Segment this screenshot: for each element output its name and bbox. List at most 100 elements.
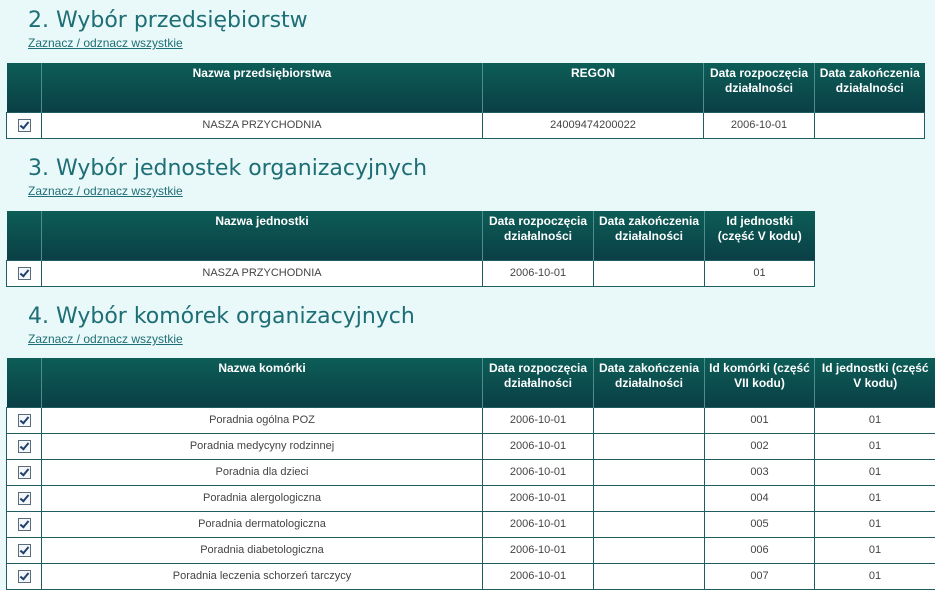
cell-unit-id: 01 xyxy=(815,407,935,433)
cell-end-date xyxy=(594,563,705,589)
header-unit-id: Id jednostki (część V kodu) xyxy=(705,211,815,260)
select-cell xyxy=(7,563,42,589)
cell-cell-id: 001 xyxy=(705,407,815,433)
cell-end-date xyxy=(594,407,705,433)
header-unit-id: Id jednostki (część V kodu) xyxy=(815,358,935,407)
cell-name: Poradnia leczenia schorzeń tarczycy xyxy=(42,563,483,589)
row-checkbox[interactable] xyxy=(18,544,31,557)
row-checkbox[interactable] xyxy=(18,518,31,531)
row-checkbox[interactable] xyxy=(18,466,31,479)
table-row: NASZA PRZYCHODNIA 2006-10-01 01 xyxy=(7,260,815,286)
cell-name: Poradnia medycyny rodzinnej xyxy=(42,433,483,459)
cell-start-date: 2006-10-01 xyxy=(704,112,815,138)
select-cell xyxy=(7,459,42,485)
cell-name: Poradnia ogólna POZ xyxy=(42,407,483,433)
cell-end-date xyxy=(594,485,705,511)
select-cell xyxy=(7,485,42,511)
header-select xyxy=(7,211,42,260)
row-checkbox[interactable] xyxy=(18,414,31,427)
header-select xyxy=(7,63,42,112)
table-header-row: Nazwa przedsiębiorstwa REGON Data rozpoc… xyxy=(7,63,925,112)
table-header-row: Nazwa jednostki Data rozpoczęcia działal… xyxy=(7,211,815,260)
cell-start-date: 2006-10-01 xyxy=(483,511,594,537)
cell-start-date: 2006-10-01 xyxy=(483,537,594,563)
cell-end-date xyxy=(594,260,705,286)
cells-table: Nazwa komórki Data rozpoczęcia działalno… xyxy=(6,358,935,590)
row-checkbox[interactable] xyxy=(18,119,31,132)
section-title: 2. Wybór przedsiębiorstw xyxy=(6,8,308,34)
table-row: Poradnia medycyny rodzinnej2006-10-01 002… xyxy=(7,433,935,459)
cell-name: Poradnia diabetologiczna xyxy=(42,537,483,563)
select-cell xyxy=(7,407,42,433)
header-start-date: Data rozpoczęcia działalności xyxy=(704,63,815,112)
section-enterprises: 2. Wybór przedsiębiorstw Zaznacz / odzna… xyxy=(6,8,308,50)
cell-name: NASZA PRZYCHODNIA xyxy=(42,112,483,138)
header-name: Nazwa jednostki xyxy=(42,211,483,260)
cell-regon: 24009474200022 xyxy=(483,112,704,138)
cell-name: Poradnia dermatologiczna xyxy=(42,511,483,537)
row-checkbox[interactable] xyxy=(18,492,31,505)
table-row: Poradnia diabetologiczna2006-10-01 00601 xyxy=(7,537,935,563)
cell-unit-id: 01 xyxy=(705,260,815,286)
cell-cell-id: 004 xyxy=(705,485,815,511)
cell-start-date: 2006-10-01 xyxy=(483,563,594,589)
section-title: 3. Wybór jednostek organizacyjnych xyxy=(6,156,427,182)
header-end-date: Data zakończenia działalności xyxy=(594,358,705,407)
section-cells: 4. Wybór komórek organizacyjnych Zaznacz… xyxy=(6,304,415,346)
enterprises-table: Nazwa przedsiębiorstwa REGON Data rozpoc… xyxy=(6,63,925,139)
toggle-all-link[interactable]: Zaznacz / odznacz wszystkie xyxy=(28,36,308,50)
header-name: Nazwa komórki xyxy=(42,358,483,407)
cell-end-date xyxy=(594,433,705,459)
table-row: Poradnia leczenia schorzeń tarczycy2006-… xyxy=(7,563,935,589)
cell-end-date xyxy=(594,511,705,537)
select-cell xyxy=(7,511,42,537)
header-start-date: Data rozpoczęcia działalności xyxy=(483,358,594,407)
cell-name: Poradnia alergologiczna xyxy=(42,485,483,511)
cell-unit-id: 01 xyxy=(815,433,935,459)
section-title: 4. Wybór komórek organizacyjnych xyxy=(6,304,415,330)
select-cell xyxy=(7,537,42,563)
cell-unit-id: 01 xyxy=(815,511,935,537)
row-checkbox[interactable] xyxy=(18,570,31,583)
toggle-all-link[interactable]: Zaznacz / odznacz wszystkie xyxy=(28,332,415,346)
table-row: Poradnia alergologiczna2006-10-01 00401 xyxy=(7,485,935,511)
row-checkbox[interactable] xyxy=(18,267,31,280)
header-select xyxy=(7,358,42,407)
cell-end-date xyxy=(594,459,705,485)
header-regon: REGON xyxy=(483,63,704,112)
header-name: Nazwa przedsiębiorstwa xyxy=(42,63,483,112)
cell-cell-id: 007 xyxy=(705,563,815,589)
cell-end-date xyxy=(815,112,925,138)
cell-unit-id: 01 xyxy=(815,459,935,485)
table-header-row: Nazwa komórki Data rozpoczęcia działalno… xyxy=(7,358,935,407)
cell-name: NASZA PRZYCHODNIA xyxy=(42,260,483,286)
header-end-date: Data zakończenia działalności xyxy=(815,63,925,112)
table-row: Poradnia dla dzieci2006-10-01 00301 xyxy=(7,459,935,485)
toggle-all-link[interactable]: Zaznacz / odznacz wszystkie xyxy=(28,184,427,198)
cell-start-date: 2006-10-01 xyxy=(483,407,594,433)
cell-unit-id: 01 xyxy=(815,537,935,563)
header-cell-id: Id komórki (część VII kodu) xyxy=(705,358,815,407)
cell-end-date xyxy=(594,537,705,563)
table-row: Poradnia dermatologiczna2006-10-0100501 xyxy=(7,511,935,537)
cell-cell-id: 002 xyxy=(705,433,815,459)
table-row: NASZA PRZYCHODNIA 24009474200022 2006-10… xyxy=(7,112,925,138)
row-checkbox[interactable] xyxy=(18,440,31,453)
cell-start-date: 2006-10-01 xyxy=(483,260,594,286)
cell-cell-id: 003 xyxy=(705,459,815,485)
cell-start-date: 2006-10-01 xyxy=(483,485,594,511)
section-units: 3. Wybór jednostek organizacyjnych Zazna… xyxy=(6,156,427,198)
cell-unit-id: 01 xyxy=(815,485,935,511)
table-row: Poradnia ogólna POZ2006-10-01 00101 xyxy=(7,407,935,433)
cell-start-date: 2006-10-01 xyxy=(483,433,594,459)
select-cell xyxy=(7,112,42,138)
cell-unit-id: 01 xyxy=(815,563,935,589)
select-cell xyxy=(7,260,42,286)
cell-start-date: 2006-10-01 xyxy=(483,459,594,485)
header-end-date: Data zakończenia działalności xyxy=(594,211,705,260)
select-cell xyxy=(7,433,42,459)
units-table: Nazwa jednostki Data rozpoczęcia działal… xyxy=(6,211,815,287)
cell-name: Poradnia dla dzieci xyxy=(42,459,483,485)
header-start-date: Data rozpoczęcia działalności xyxy=(483,211,594,260)
cell-cell-id: 006 xyxy=(705,537,815,563)
